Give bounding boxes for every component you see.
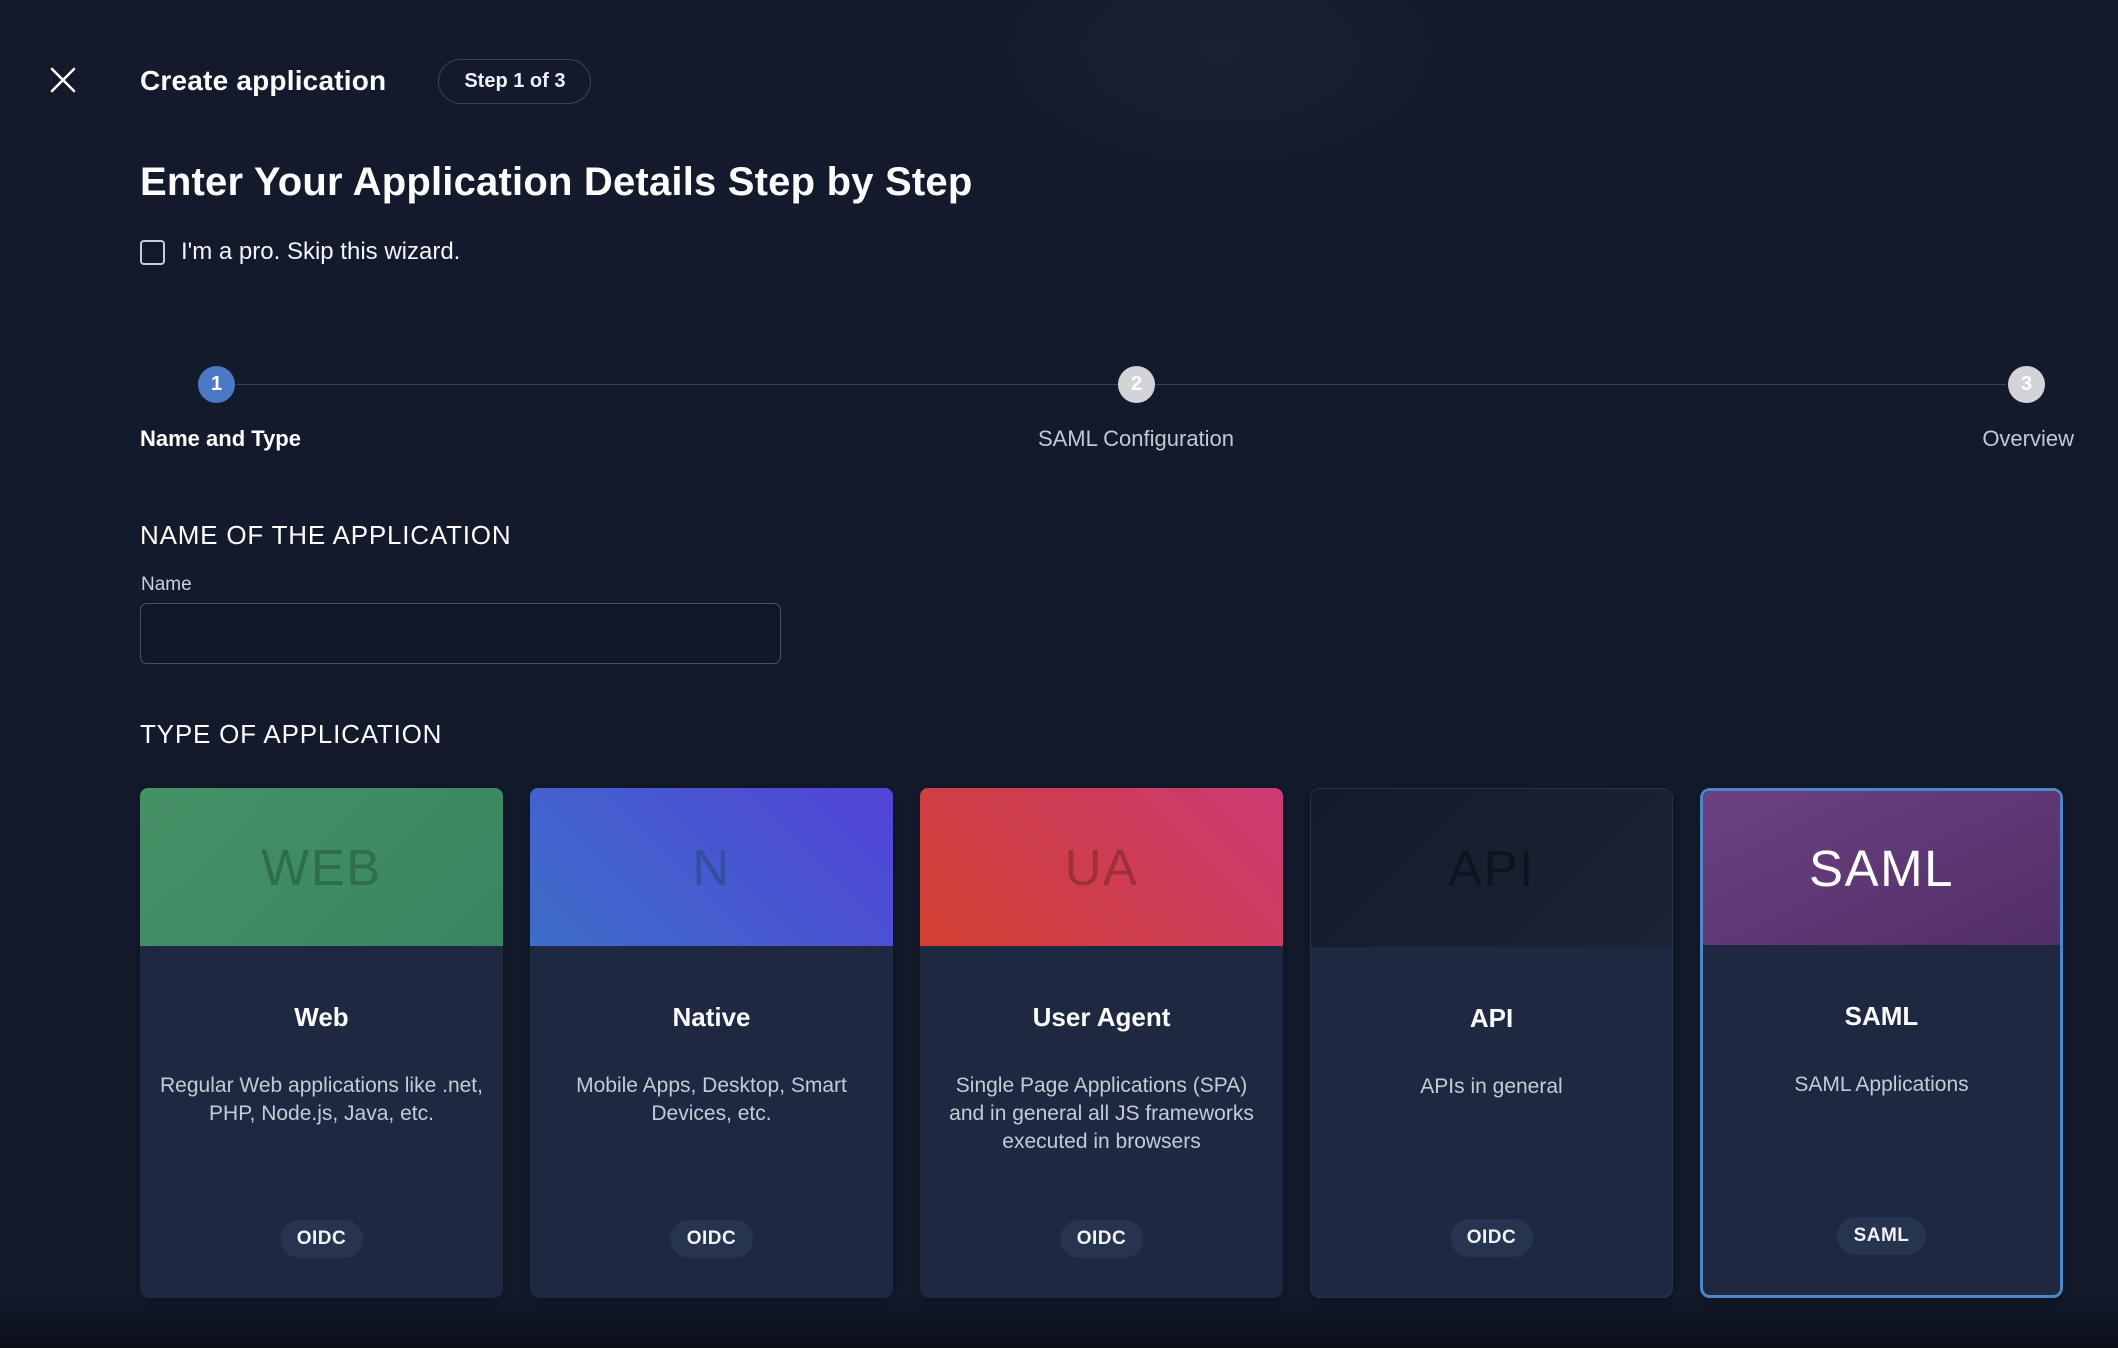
- wizard-header: Create application Step 1 of 3: [45, 56, 592, 106]
- type-card-native-banner: N: [530, 788, 893, 946]
- name-field-label: Name: [141, 574, 192, 595]
- page-title: Create application: [140, 65, 387, 96]
- close-icon: [48, 65, 78, 98]
- step-number: 3: [2020, 373, 2033, 395]
- protocol-badge: OIDC: [669, 1220, 754, 1258]
- type-card-description: Mobile Apps, Desktop, Smart Devices, etc…: [576, 1074, 847, 1125]
- close-button[interactable]: [45, 63, 81, 99]
- type-card-title: SAML: [1844, 1001, 1919, 1031]
- step-number: 2: [1130, 373, 1143, 395]
- background-glow: [960, 0, 1480, 190]
- step-circle-2: 2: [1118, 366, 1155, 403]
- step-label-overview: Overview: [1982, 426, 2074, 451]
- background-bottom-shade: [0, 1294, 2118, 1348]
- type-card-api[interactable]: API API APIs in general OIDC: [1310, 788, 1673, 1298]
- protocol-badge: SAML: [1836, 1217, 1927, 1255]
- step-label-name-and-type: Name and Type: [140, 426, 301, 451]
- skip-wizard-option[interactable]: I'm a pro. Skip this wizard.: [140, 238, 460, 266]
- step-circle-1: 1: [198, 366, 235, 403]
- type-card-native[interactable]: N Native Mobile Apps, Desktop, Smart Dev…: [530, 788, 893, 1298]
- skip-wizard-label: I'm a pro. Skip this wizard.: [181, 238, 461, 265]
- type-card-title: Native: [672, 1002, 751, 1032]
- type-card-description: APIs in general: [1420, 1075, 1563, 1098]
- type-card-title: Web: [294, 1002, 349, 1032]
- protocol-badge: OIDC: [1059, 1220, 1144, 1258]
- wizard-heading: Enter Your Application Details Step by S…: [140, 160, 973, 204]
- type-card-description: Regular Web applications like .net, PHP,…: [160, 1074, 483, 1125]
- type-card-saml[interactable]: SAML SAML SAML Applications SAML: [1700, 788, 2063, 1298]
- type-card-description: SAML Applications: [1794, 1073, 1969, 1096]
- type-card-web[interactable]: WEB Web Regular Web applications like .n…: [140, 788, 503, 1298]
- protocol-badge: OIDC: [1449, 1219, 1534, 1257]
- type-card-title: API: [1469, 1003, 1514, 1033]
- type-card-user-agent-banner: UA: [920, 788, 1283, 946]
- type-card-user-agent[interactable]: UA User Agent Single Page Applications (…: [920, 788, 1283, 1298]
- name-section-title: NAME OF THE APPLICATION: [140, 520, 512, 550]
- type-card-web-banner: WEB: [140, 788, 503, 946]
- type-card-description: Single Page Applications (SPA) and in ge…: [949, 1074, 1254, 1153]
- step-counter-badge: Step 1 of 3: [438, 58, 592, 104]
- type-card-title: User Agent: [1032, 1002, 1171, 1032]
- type-section-title: TYPE OF APPLICATION: [140, 719, 443, 749]
- step-label-saml-configuration: SAML Configuration: [1037, 426, 1235, 451]
- type-card-api-banner: API: [1311, 789, 1672, 947]
- name-input[interactable]: [140, 603, 781, 664]
- step-number: 1: [210, 373, 223, 395]
- type-card-saml-banner: SAML: [1703, 791, 2060, 945]
- application-type-cards: WEB Web Regular Web applications like .n…: [140, 788, 2063, 1298]
- skip-wizard-checkbox[interactable]: [140, 239, 165, 265]
- step-circle-3: 3: [2008, 366, 2045, 403]
- wizard-stepper: 1 2 3 Name and Type SAML Configuration O…: [140, 366, 2074, 466]
- protocol-badge: OIDC: [279, 1220, 364, 1258]
